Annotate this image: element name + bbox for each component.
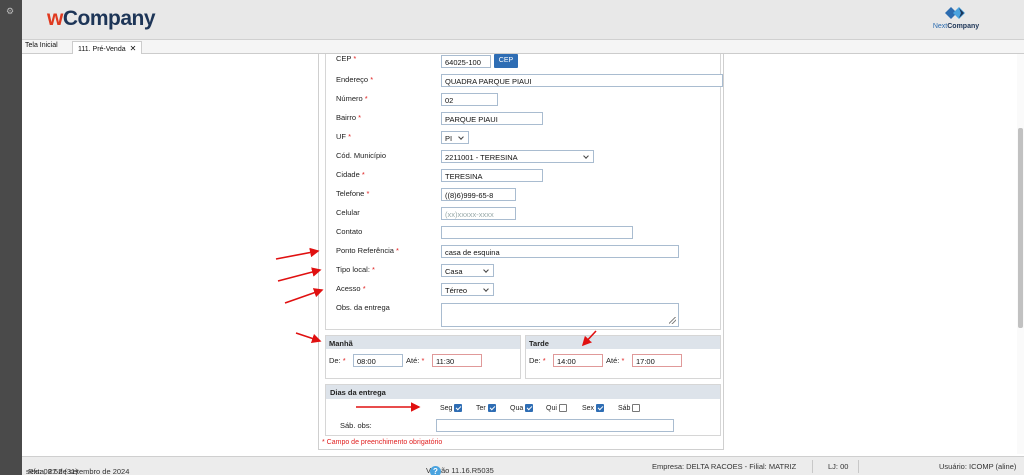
- cidade-input[interactable]: TERESINA: [441, 169, 543, 182]
- status-lj: LJ: 00: [828, 462, 849, 471]
- required-note: * Campo de preenchimento obrigatório: [322, 439, 443, 446]
- uf-select[interactable]: PI: [441, 131, 469, 144]
- arrow-manha-icon: [295, 332, 322, 344]
- acesso-select[interactable]: Térreo: [441, 283, 494, 296]
- gear-icon[interactable]: ⚙: [6, 6, 14, 17]
- page-scrollbar[interactable]: [1017, 54, 1024, 454]
- bairro-label: Bairro *: [336, 113, 362, 122]
- ponto-referencia-label: Ponto Referência *: [336, 246, 399, 255]
- day-checkbox[interactable]: [487, 404, 496, 412]
- manha-title: Manhã: [326, 336, 520, 349]
- sab-obs-input[interactable]: [436, 419, 674, 432]
- manha-ate-input[interactable]: 11:30: [432, 354, 482, 367]
- status-usuario: Usuário: ICOMP (aline): [939, 462, 1017, 471]
- obs-entrega-textarea[interactable]: [441, 303, 679, 327]
- status-divider: [812, 460, 813, 473]
- day-sab[interactable]: Sáb: [618, 404, 641, 412]
- tipo-local-select[interactable]: Casa: [441, 264, 494, 277]
- tab-pre-venda[interactable]: Tela Inicial111. Pré-Venda✕: [72, 41, 143, 54]
- celular-input[interactable]: (xx)xxxxx-xxxx: [441, 207, 516, 220]
- day-sex[interactable]: Sex: [582, 404, 605, 412]
- status-empresa: Empresa: DELTA RACOES - Filial: MATRIZ: [652, 462, 797, 471]
- cod-municipio-label: Cód. Município: [336, 151, 387, 160]
- dias-entrega-title: Dias da entrega: [326, 385, 720, 399]
- day-qui[interactable]: Qui: [546, 404, 567, 412]
- day-checkbox[interactable]: [558, 404, 567, 412]
- endereco-label: Endereço *: [336, 75, 374, 84]
- contato-label: Contato: [336, 227, 363, 236]
- day-checkbox[interactable]: [454, 404, 463, 412]
- manha-de-input[interactable]: 08:00: [353, 354, 403, 367]
- arrow-tipo-local-icon: [277, 267, 322, 282]
- cep-input[interactable]: 64025-100: [441, 55, 491, 68]
- wcompany-logo: wCompany: [47, 7, 156, 30]
- resize-grip-icon[interactable]: [669, 317, 676, 324]
- tarde-box: Tarde De: * 14:00 Até: * 17:00: [525, 335, 721, 379]
- scrollbar-thumb[interactable]: [1018, 128, 1023, 328]
- address-section: CEP * 64025-100 CEP Endereço * QUADRA PA…: [325, 54, 723, 330]
- tab-tela-inicial[interactable]: Tela Inicial: [25, 42, 58, 49]
- acesso-label: Acesso *: [336, 284, 366, 293]
- celular-label: Celular: [336, 208, 360, 217]
- cep-label: CEP *: [336, 54, 357, 63]
- tab-bar: Tela Inicial Tela Inicial111. Pré-Venda✕: [22, 40, 1024, 54]
- manha-box: Manhã De: * 08:00 Até: * 11:30: [325, 335, 521, 379]
- manha-ate-label: Até: *: [406, 356, 425, 365]
- status-date: sexta, 27 de setembro de 2024 Rfs: 08:52…: [26, 467, 130, 475]
- app-header: wCompany NextCompany: [22, 0, 1024, 40]
- delivery-form-panel: CEP * 64025-100 CEP Endereço * QUADRA PA…: [318, 54, 724, 450]
- cidade-label: Cidade *: [336, 170, 365, 179]
- bairro-input[interactable]: PARQUE PIAUI: [441, 112, 543, 125]
- day-checkbox[interactable]: [632, 404, 641, 412]
- ponto-referencia-input[interactable]: casa de esquina: [441, 245, 679, 258]
- uf-label: UF *: [336, 132, 352, 141]
- telefone-label: Telefone *: [336, 189, 370, 198]
- cep-search-button[interactable]: CEP: [494, 54, 518, 68]
- tarde-ate-input[interactable]: 17:00: [632, 354, 682, 367]
- day-ter[interactable]: Ter: [476, 404, 496, 412]
- numero-label: Número *: [336, 94, 368, 103]
- day-checkbox[interactable]: [525, 404, 534, 412]
- numero-input[interactable]: 02: [441, 93, 498, 106]
- tipo-local-label: Tipo local: *: [336, 265, 375, 274]
- cod-municipio-select[interactable]: 2211001 - TERESINA: [441, 150, 594, 163]
- dias-entrega-box: Dias da entrega Seg Ter Qua Qui Sex Sáb …: [325, 384, 721, 436]
- day-checkbox[interactable]: [596, 404, 605, 412]
- tarde-ate-label: Até: *: [606, 356, 625, 365]
- sab-obs-label: Sáb. obs:: [340, 421, 372, 430]
- endereco-input[interactable]: QUADRA PARQUE PIAUI: [441, 74, 723, 87]
- close-icon[interactable]: ✕: [130, 44, 137, 53]
- tarde-de-label: De: *: [529, 356, 546, 365]
- tarde-de-input[interactable]: 14:00: [553, 354, 603, 367]
- status-divider: [858, 460, 859, 473]
- day-qua[interactable]: Qua: [510, 404, 534, 412]
- help-icon[interactable]: ?: [430, 466, 441, 475]
- obs-entrega-label: Obs. da entrega: [336, 303, 390, 312]
- tarde-title: Tarde: [526, 336, 720, 349]
- contato-input[interactable]: [441, 226, 633, 239]
- left-rail: ⚙: [0, 0, 22, 475]
- telefone-input[interactable]: ((8)6)999-65-8: [441, 188, 516, 201]
- arrow-acesso-icon: [284, 288, 324, 304]
- nextcompany-logo: NextCompany: [926, 4, 986, 36]
- status-bar: sexta, 27 de setembro de 2024 Rfs: 08:52…: [22, 456, 1024, 475]
- arrow-ponto-referencia-icon: [275, 247, 320, 260]
- nextcompany-mark-icon: [945, 7, 965, 19]
- day-seg[interactable]: Seg: [440, 404, 463, 412]
- manha-de-label: De: *: [329, 356, 346, 365]
